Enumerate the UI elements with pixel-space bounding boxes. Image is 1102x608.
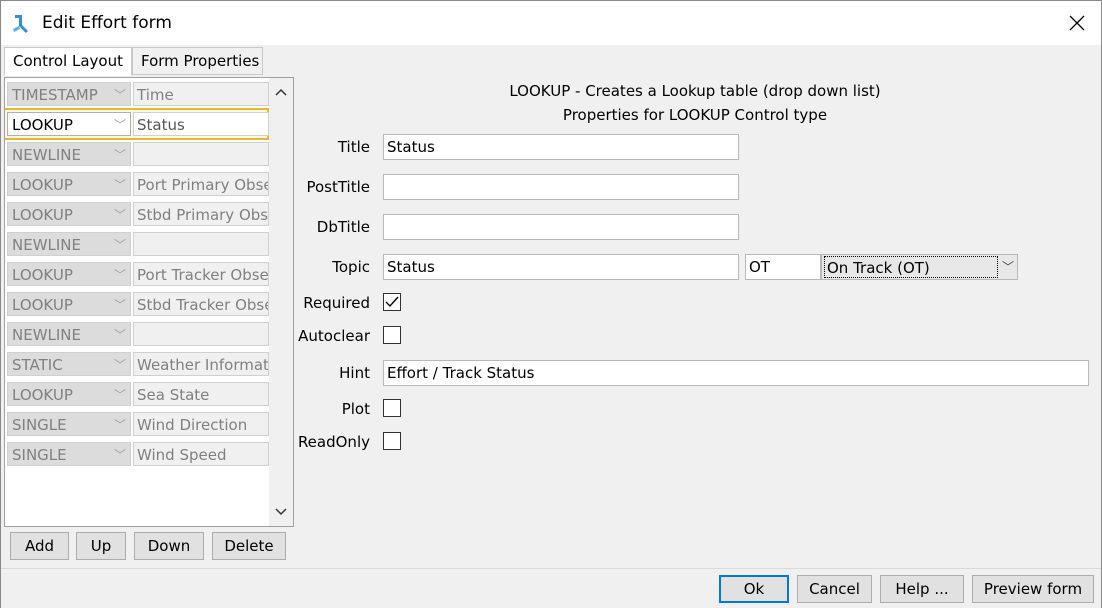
dbtitle-label: DbTitle [316,218,370,236]
tab-control-layout[interactable]: Control Layout [4,47,132,76]
chevron-down-icon: ﹀ [113,268,126,282]
list-item-selected[interactable]: LOOKUP ﹀ Status [5,108,269,140]
cancel-button[interactable]: Cancel [797,575,872,603]
required-label: Required [303,294,370,312]
chevron-down-icon: ﹀ [1001,260,1014,274]
dialog-button-bar: Ok Cancel Help ... Preview form [1,568,1101,608]
control-type-select[interactable]: NEWLINE ﹀ [7,322,131,346]
checkmark-icon [385,296,399,308]
autoclear-checkbox[interactable] [383,326,401,344]
app-logo-icon [13,15,28,33]
autoclear-label: Autoclear [298,327,370,345]
control-name-field[interactable]: Port Primary Observer [133,172,269,196]
list-item[interactable]: LOOKUP﹀ Port Primary Observer [5,170,269,198]
chevron-down-icon: ﹀ [113,418,126,432]
list-item[interactable]: NEWLINE ﹀ [5,230,269,258]
preview-form-button[interactable]: Preview form [972,575,1094,603]
dbtitle-field[interactable] [383,214,739,240]
posttitle-field[interactable] [383,174,739,200]
chevron-down-icon: ﹀ [113,388,126,402]
delete-button[interactable]: Delete [212,532,286,560]
control-name-field[interactable]: Stbd Primary Observer [133,202,269,226]
hint-label: Hint [339,364,370,382]
control-type-select[interactable]: STATIC ﹀ [7,352,131,376]
tab-form-properties[interactable]: Form Properties [132,47,263,75]
readonly-checkbox[interactable] [383,432,401,450]
chevron-down-icon: ﹀ [113,208,126,222]
control-type-select[interactable]: LOOKUP ﹀ [7,382,131,406]
chevron-down-icon: ﹀ [113,238,126,252]
control-type-select[interactable]: LOOKUP ﹀ [7,172,131,196]
posttitle-label: PostTitle [306,178,370,196]
control-name-field[interactable]: Stbd Tracker Observer [133,292,269,316]
control-name-field[interactable]: Weather Information [133,352,269,376]
chevron-down-icon: ﹀ [113,358,126,372]
down-button[interactable]: Down [134,532,204,560]
topic-field[interactable]: Status [383,254,739,280]
properties-subheading: Properties for LOOKUP Control type [562,106,828,124]
list-item[interactable]: LOOKUP﹀ Stbd Primary Observer [5,200,269,228]
control-type-select[interactable]: LOOKUP ﹀ [7,292,131,316]
topic-option-select[interactable]: On Track (OT) ﹀ [821,254,1018,280]
list-item[interactable]: NEWLINE ﹀ [5,140,269,168]
title-bar: Edit Effort form [1,1,1101,45]
chevron-down-icon: ﹀ [113,148,126,162]
scroll-down-button[interactable] [269,500,293,524]
topic-label: Topic [332,258,370,276]
control-type-select[interactable]: SINGLE ﹀ [7,412,131,436]
control-name-field[interactable]: Wind Direction [133,412,269,436]
topic-option-value: On Track (OT) [824,256,998,278]
plot-label: Plot [341,400,370,418]
chevron-down-icon: ﹀ [113,118,126,132]
chevron-down-icon: ﹀ [113,178,126,192]
scroll-up-button[interactable] [269,80,293,104]
control-name-field[interactable] [133,142,269,166]
control-type-heading: LOOKUP - Creates a Lookup table (drop do… [509,82,881,100]
control-type-select[interactable]: NEWLINE ﹀ [7,142,131,166]
control-name-field[interactable]: Time [133,82,269,106]
plot-checkbox[interactable] [383,399,401,417]
chevron-up-icon [275,88,287,96]
chevron-down-icon: ﹀ [113,448,126,462]
help-button[interactable]: Help ... [880,575,964,603]
control-type-select[interactable]: LOOKUP ﹀ [7,262,131,286]
close-button[interactable] [1055,3,1099,43]
hint-field[interactable]: Effort / Track Status [383,360,1089,386]
chevron-down-icon: ﹀ [113,328,126,342]
control-name-field[interactable]: Sea State [133,382,269,406]
list-item[interactable]: LOOKUP﹀ Port Tracker Observer [5,260,269,288]
list-item[interactable]: STATIC﹀ Weather Information [5,350,269,378]
control-name-field[interactable] [133,232,269,256]
control-type-select[interactable]: TIMESTAMP ﹀ [7,82,131,106]
list-item[interactable]: SINGLE ﹀ Wind Direction [5,410,269,438]
chevron-down-icon: ﹀ [113,88,126,102]
control-type-select[interactable]: LOOKUP ﹀ [7,202,131,226]
control-type-select[interactable]: NEWLINE ﹀ [7,232,131,256]
control-name-field[interactable]: Status [133,112,269,136]
add-button[interactable]: Add [10,532,69,560]
readonly-label: ReadOnly [297,433,370,451]
list-item[interactable]: SINGLE ﹀ Wind Speed [5,440,269,468]
title-field[interactable]: Status [383,134,739,160]
control-type-select[interactable]: LOOKUP ﹀ [7,112,131,136]
title-label: Title [337,138,370,156]
chevron-down-icon [275,508,287,516]
control-name-field[interactable]: Wind Speed [133,442,269,466]
chevron-down-icon: ﹀ [113,298,126,312]
controls-list: TIMESTAMP ﹀ Time LOOKUP ﹀ Status NEWLINE ﹀ … [4,77,294,527]
window-title: Edit Effort form [42,13,172,33]
topic-code-field[interactable]: OT [745,254,821,280]
list-item[interactable]: TIMESTAMP ﹀ Time [5,80,269,108]
list-item[interactable]: LOOKUP﹀ Stbd Tracker Observer [5,290,269,318]
control-name-field[interactable] [133,322,269,346]
control-type-select[interactable]: SINGLE ﹀ [7,442,131,466]
required-checkbox[interactable] [383,293,401,311]
ok-button[interactable]: Ok [719,575,789,603]
close-icon [1069,15,1085,31]
edit-effort-form-dialog: Edit Effort form Control Layout Form Pro… [0,0,1102,608]
control-name-field[interactable]: Port Tracker Observer [133,262,269,286]
up-button[interactable]: Up [76,532,126,560]
list-item[interactable]: LOOKUP ﹀ Sea State [5,380,269,408]
list-item[interactable]: NEWLINE ﹀ [5,320,269,348]
